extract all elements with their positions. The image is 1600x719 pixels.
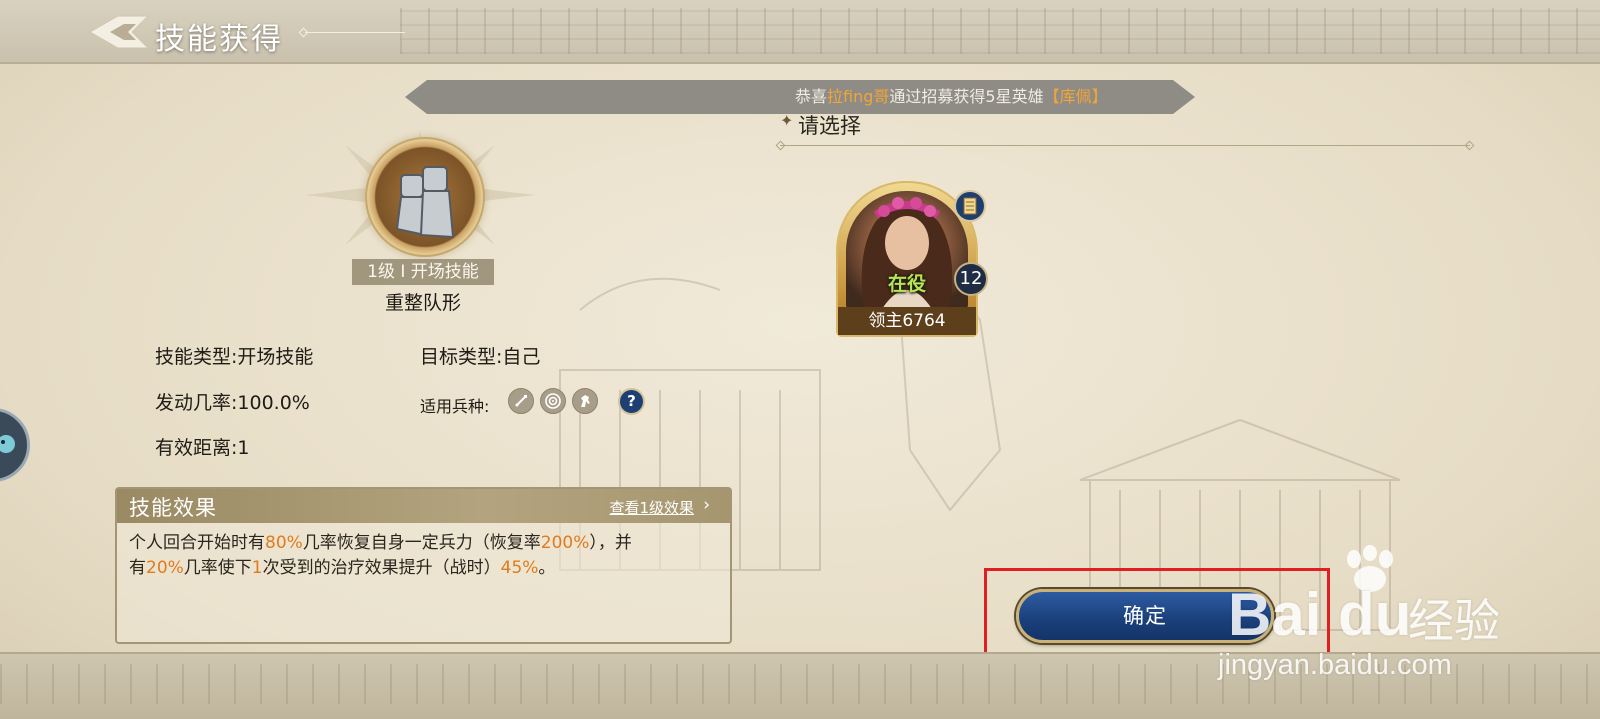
- effect-value: 45%: [500, 558, 539, 578]
- top-bar-pattern: [400, 8, 1600, 54]
- skill-level-label: 1级 I 开场技能: [352, 259, 494, 285]
- effect-text: 个人回合开始时有: [129, 533, 265, 553]
- sword-unit-icon: [508, 388, 534, 414]
- page-title: 技能获得: [155, 22, 283, 57]
- effect-text: 有: [129, 558, 146, 578]
- star-ornament-icon: ✦: [780, 111, 794, 130]
- choose-divider: [780, 145, 1470, 146]
- announcement-player: 拉fing哥: [827, 87, 890, 106]
- back-logo-icon[interactable]: [88, 14, 150, 54]
- announcement-hero: 【库佩】: [1043, 87, 1108, 106]
- announcement-banner: 恭喜拉fing哥通过招募获得5星英雄【库佩】: [405, 80, 1195, 114]
- effect-value: 80%: [265, 533, 303, 553]
- announcement-prefix: 恭喜: [795, 87, 828, 106]
- effect-text: 几率恢复自身一定兵力（恢复率: [302, 533, 541, 553]
- announcement-text: 恭喜拉fing哥通过招募获得5星英雄【库佩】: [795, 80, 1108, 114]
- watermark-url: jingyan.baidu.com: [1218, 649, 1452, 681]
- watermark-brand: Bai du: [1228, 581, 1412, 648]
- chevron-right-icon[interactable]: ›: [703, 495, 710, 515]
- target-type: 目标类型:自己: [420, 346, 541, 368]
- watermark-brand-cn: 经验: [1408, 594, 1500, 648]
- skill-type: 技能类型:开场技能: [155, 346, 314, 368]
- view-level-effect-link[interactable]: 查看1级效果: [609, 497, 694, 518]
- announcement-middle: 通过招募获得5星英雄: [889, 87, 1044, 106]
- applicable-units-label: 适用兵种:: [420, 397, 490, 416]
- effect-value: 200%: [540, 533, 590, 553]
- trigger-rate: 发动几率:100.0%: [155, 392, 310, 414]
- effect-text: 。: [538, 558, 556, 578]
- skill-effect-panel: 技能效果 查看1级效果 › 个人回合开始时有80%几率恢复自身一定兵力（恢复率2…: [115, 487, 732, 644]
- effect-value: 20%: [146, 558, 184, 578]
- skill-effect-title: 技能效果: [129, 496, 217, 520]
- title-divider: [305, 32, 405, 33]
- document-icon[interactable]: [954, 190, 986, 222]
- effect-text: ），并: [589, 533, 632, 553]
- hero-level-badge: 12: [954, 262, 988, 296]
- choose-title: 请选择: [798, 114, 861, 138]
- help-icon[interactable]: ?: [618, 388, 645, 415]
- target-unit-icon: [540, 388, 566, 414]
- skill-effect-description: 个人回合开始时有80%几率恢复自身一定兵力（恢复率200%），并 有20%几率使…: [129, 531, 729, 581]
- skill-effect-header: 技能效果 查看1级效果 ›: [117, 489, 730, 523]
- effect-text: 几率使下: [183, 558, 252, 578]
- hero-owner: 领主6764: [838, 307, 976, 335]
- skill-name: 重整队形: [384, 292, 461, 314]
- effective-range: 有效距离:1: [155, 437, 250, 459]
- skill-icon[interactable]: [365, 137, 485, 257]
- effect-value: 1: [251, 558, 263, 578]
- effect-text: 次受到的治疗效果提升（战时）: [262, 558, 501, 578]
- horse-unit-icon: [572, 388, 598, 414]
